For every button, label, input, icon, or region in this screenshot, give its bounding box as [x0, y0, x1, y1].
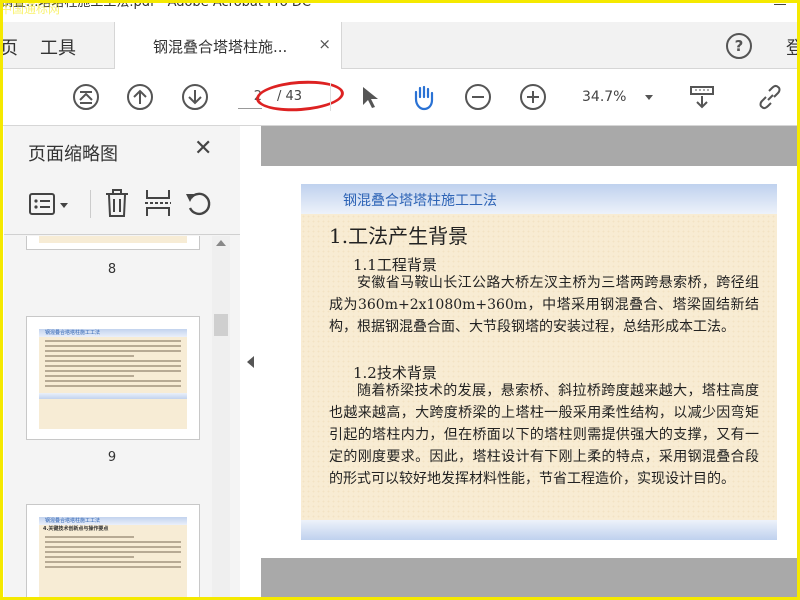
watermark-text: 中国通标网: [0, 2, 61, 16]
screenshot-border: [0, 0, 800, 600]
